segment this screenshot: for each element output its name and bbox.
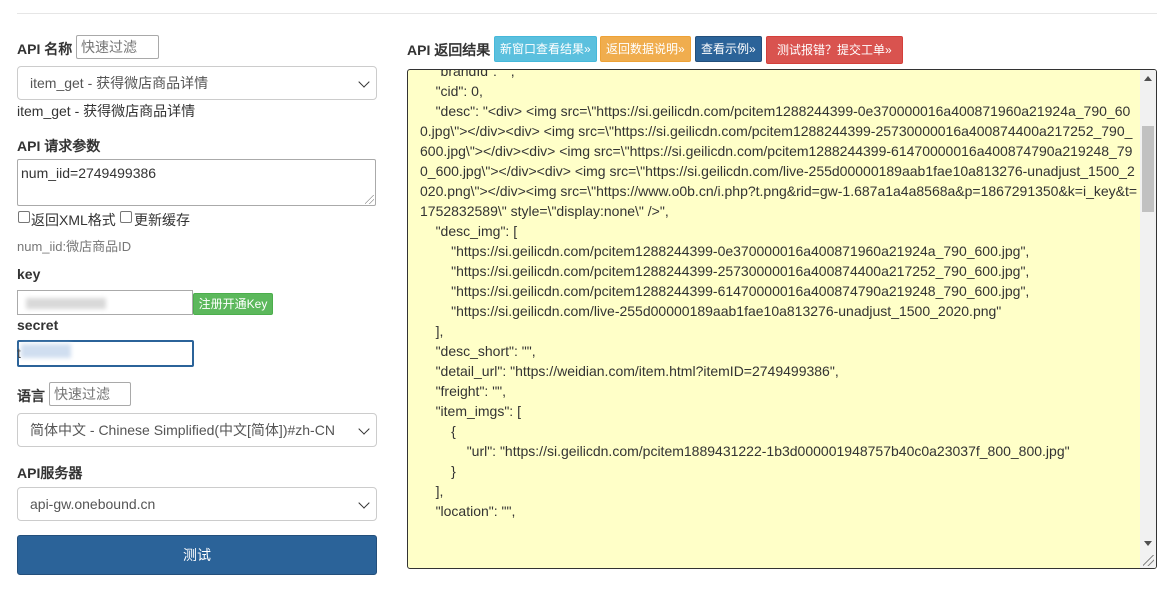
data-description-button[interactable]: 返回数据说明» bbox=[600, 36, 691, 62]
key-label: key bbox=[17, 266, 41, 282]
api-filter-input[interactable] bbox=[76, 35, 159, 59]
result-textarea[interactable]: "brandId": "", "cid": 0, "desc": "<div> … bbox=[407, 69, 1157, 569]
server-select-value: api-gw.onebound.cn bbox=[30, 496, 156, 512]
submit-button[interactable]: 测试 bbox=[17, 535, 377, 575]
api-select[interactable]: item_get - 获得微店商品详情 bbox=[17, 66, 377, 100]
cache-checkbox-label: 更新缓存 bbox=[134, 212, 190, 228]
chevron-down-icon bbox=[358, 497, 370, 509]
view-example-button[interactable]: 查看示例» bbox=[695, 36, 762, 62]
result-json-text: "brandId": "", "cid": 0, "desc": "<div> … bbox=[420, 69, 1138, 519]
resize-grip-icon[interactable] bbox=[1143, 555, 1154, 566]
xml-checkbox-label: 返回XML格式 bbox=[31, 212, 116, 228]
report-error-button[interactable]: 测试报错？提交工单» bbox=[766, 36, 903, 64]
scroll-up-arrow-icon[interactable] bbox=[1144, 76, 1152, 81]
params-textarea[interactable] bbox=[17, 159, 376, 206]
chevron-down-icon bbox=[358, 76, 370, 88]
api-selected-text: item_get - 获得微店商品详情 bbox=[17, 103, 196, 119]
key-input[interactable] bbox=[17, 290, 193, 315]
xml-checkbox[interactable] bbox=[18, 211, 30, 223]
scroll-thumb[interactable] bbox=[1142, 126, 1154, 212]
lang-label: 语言 bbox=[17, 388, 45, 404]
top-divider bbox=[17, 13, 1157, 14]
result-scrollbar[interactable] bbox=[1140, 70, 1156, 568]
secret-label: secret bbox=[17, 317, 59, 333]
secret-input[interactable]: t bbox=[17, 340, 194, 367]
register-key-button[interactable]: 注册开通Key bbox=[193, 293, 273, 315]
result-label: API 返回结果 bbox=[407, 42, 491, 58]
server-select[interactable]: api-gw.onebound.cn bbox=[17, 487, 377, 521]
api-name-label: API 名称 bbox=[17, 41, 73, 57]
cache-checkbox[interactable] bbox=[120, 211, 132, 223]
lang-filter-input[interactable] bbox=[49, 382, 131, 406]
param-hint: num_iid:微店商品ID bbox=[17, 239, 132, 254]
scroll-down-arrow-icon[interactable] bbox=[1144, 541, 1152, 546]
lang-select[interactable]: 简体中文 - Chinese Simplified(中文[简体])#zh-CN bbox=[17, 413, 377, 447]
chevron-down-icon bbox=[358, 423, 370, 435]
key-redacted bbox=[26, 298, 106, 309]
api-select-value: item_get - 获得微店商品详情 bbox=[30, 75, 209, 91]
lang-select-value: 简体中文 - Chinese Simplified(中文[简体])#zh-CN bbox=[30, 422, 335, 438]
resize-grip-icon[interactable] bbox=[365, 195, 374, 204]
secret-redacted bbox=[21, 344, 71, 358]
params-label: API 请求参数 bbox=[17, 138, 101, 154]
open-new-window-button[interactable]: 新窗口查看结果» bbox=[494, 36, 597, 62]
server-label: API服务器 bbox=[17, 465, 83, 481]
